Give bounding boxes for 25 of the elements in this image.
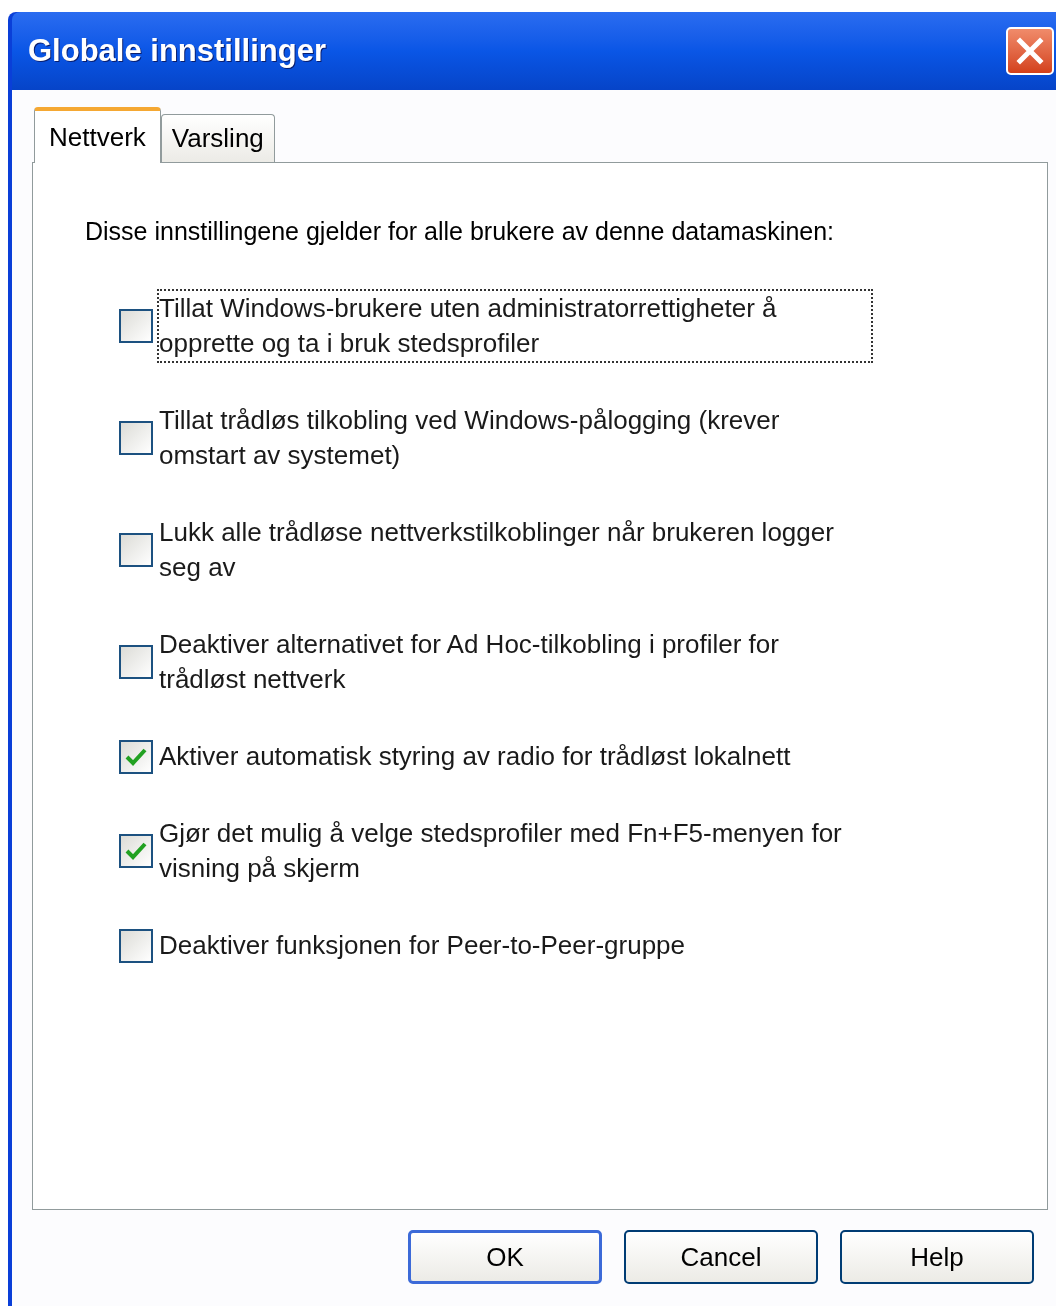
dialog-button[interactable]: Help (840, 1230, 1034, 1284)
checkmark-icon (125, 841, 147, 861)
option-label[interactable]: Lukk alle trådløse nettverkstilkoblinger når brukeren logger seg av (159, 515, 871, 585)
checkbox[interactable] (119, 739, 153, 774)
checkbox[interactable] (119, 309, 153, 343)
close-button[interactable] (1006, 27, 1054, 75)
intro-text: Disse innstillingene gjelder for alle brukere av denne datamaskinen: (85, 216, 836, 247)
checkbox[interactable] (119, 645, 153, 679)
window-title: Globale innstillinger (28, 31, 326, 70)
dialog-button[interactable]: OK (408, 1230, 602, 1284)
dialog-button[interactable]: Cancel (624, 1230, 818, 1284)
option-label[interactable]: Deaktiver alternativet for Ad Hoc-tilkobling i profiler for trådløst nettverk (159, 627, 871, 697)
tab[interactable]: Nettverk (34, 107, 161, 163)
option-label[interactable]: Deaktiver funksjonen for Peer-to-Peer-gruppe (159, 928, 871, 963)
option-label[interactable]: Aktiver automatisk styring av radio for trådløst lokalnett (159, 739, 871, 774)
checkbox[interactable] (119, 928, 153, 963)
option-label[interactable]: Tillat Windows-brukere uten administratorrettigheter å opprette og ta i bruk stedsprofiler (159, 291, 871, 361)
checkbox[interactable] (119, 421, 153, 455)
checkbox[interactable] (119, 533, 153, 567)
option-label[interactable]: Tillat trådløs tilkobling ved Windows-pålogging (krever omstart av systemet) (159, 403, 871, 473)
checkbox[interactable] (119, 834, 153, 868)
option-label[interactable]: Gjør det mulig å velge stedsprofiler med Fn+F5-menyen for visning på skjerm (159, 816, 871, 886)
tab[interactable]: Varsling (160, 114, 275, 162)
close-icon (1015, 36, 1045, 66)
checkmark-icon (125, 746, 147, 767)
